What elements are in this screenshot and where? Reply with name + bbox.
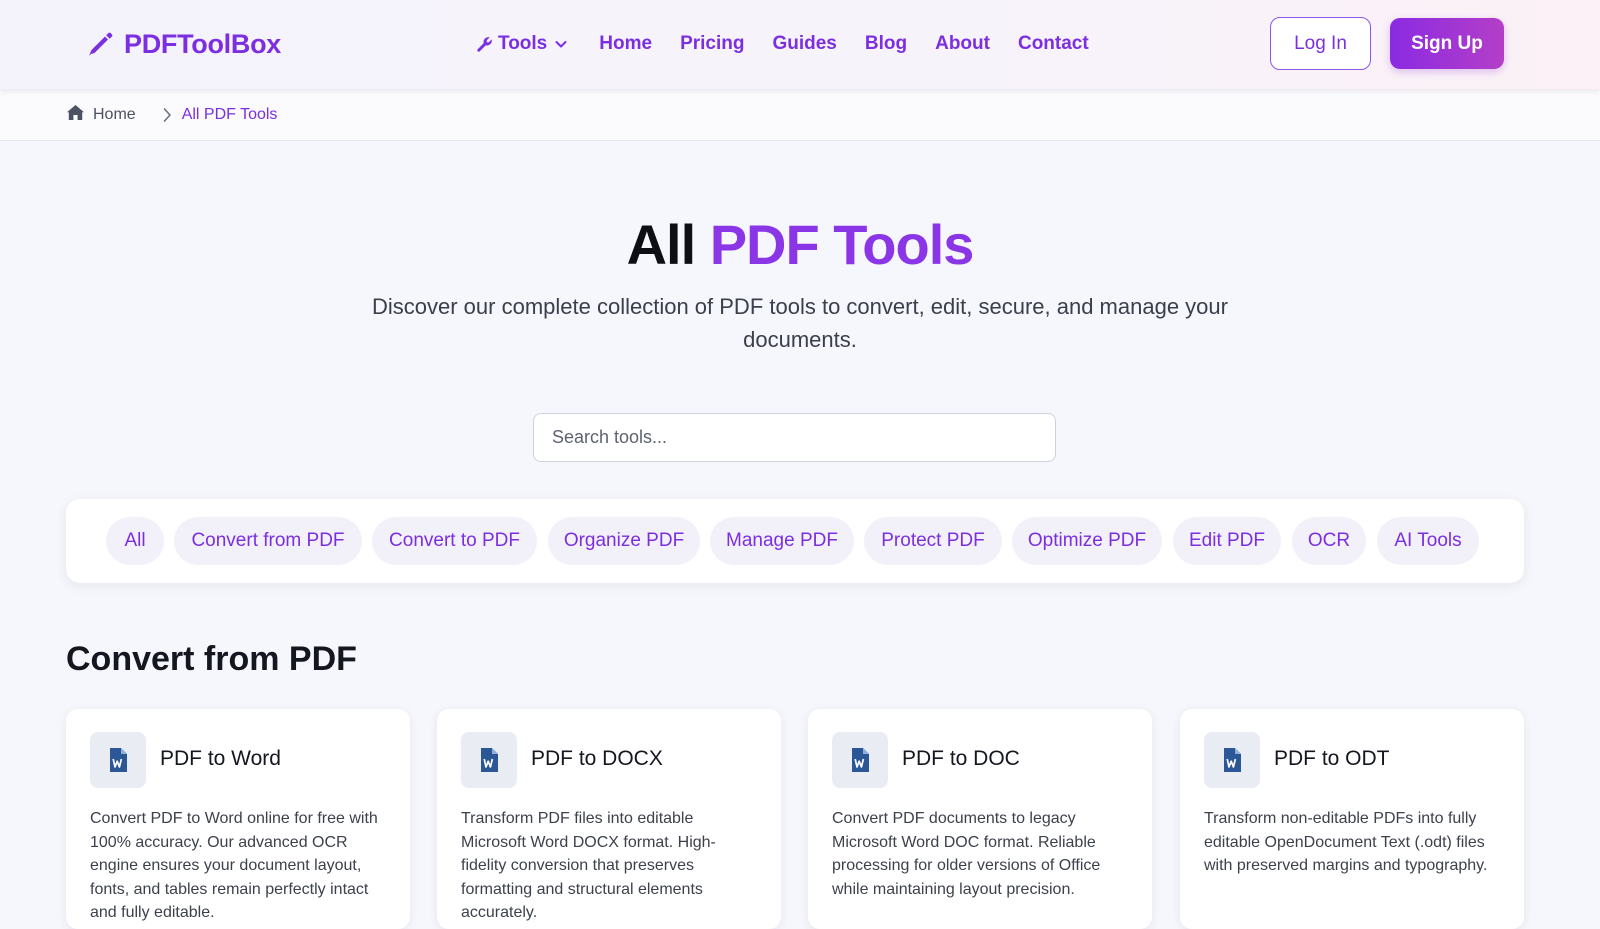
word-file-icon — [832, 732, 888, 788]
nav-guides[interactable]: Guides — [772, 33, 836, 55]
card-description: Transform PDF files into editable Micros… — [461, 810, 716, 921]
login-button[interactable]: Log In — [1270, 17, 1371, 70]
tool-card-pdf-to-docx[interactable]: PDF to DOCX Transform PDF files into edi… — [437, 709, 781, 929]
category-filter-bar: All Convert from PDF Convert to PDF Orga… — [66, 499, 1524, 583]
search-input[interactable] — [533, 413, 1056, 462]
nav-tools-label: Tools — [498, 33, 548, 54]
tool-card-pdf-to-doc[interactable]: PDF to DOC Convert PDF documents to lega… — [808, 709, 1152, 929]
filter-chip-optimize-pdf[interactable]: Optimize PDF — [1012, 517, 1162, 565]
breadcrumb-home[interactable]: Home — [66, 104, 136, 126]
main-nav: Tools Home Pricing Guides Blog About Con… — [474, 30, 1117, 58]
tool-card-pdf-to-odt[interactable]: PDF to ODT Transform non-editable PDFs i… — [1180, 709, 1524, 929]
nav-tools-dropdown[interactable]: Tools — [474, 33, 571, 55]
signup-button[interactable]: Sign Up — [1390, 18, 1504, 69]
brand-name: PDFToolBox — [124, 28, 281, 59]
brand-logo[interactable]: PDFToolBox — [84, 26, 281, 62]
nav-blog[interactable]: Blog — [865, 33, 907, 55]
section-title: Convert from PDF — [66, 640, 357, 678]
nav-home[interactable]: Home — [599, 33, 652, 55]
filter-chip-convert-to-pdf[interactable]: Convert to PDF — [372, 517, 537, 565]
card-title: PDF to DOCX — [531, 747, 663, 770]
filter-chip-manage-pdf[interactable]: Manage PDF — [710, 517, 854, 565]
home-icon — [66, 104, 85, 126]
nav-contact[interactable]: Contact — [1018, 33, 1089, 55]
filter-chip-ocr[interactable]: OCR — [1292, 517, 1366, 565]
filter-chip-all[interactable]: All — [106, 517, 164, 565]
top-header: PDFToolBox Tools Home Pricing Guides Blo… — [0, 0, 1600, 89]
filter-chip-ai-tools[interactable]: AI Tools — [1377, 517, 1479, 565]
pencil-icon — [84, 28, 116, 60]
card-description: Transform non-editable PDFs into fully e… — [1204, 810, 1488, 874]
word-file-icon — [90, 732, 146, 788]
tool-card-pdf-to-word[interactable]: PDF to Word Convert PDF to Word online f… — [66, 709, 410, 929]
filter-chip-organize-pdf[interactable]: Organize PDF — [548, 517, 700, 565]
wrench-icon — [474, 34, 494, 54]
chevron-down-icon — [551, 34, 571, 54]
breadcrumb-current: All PDF Tools — [181, 106, 278, 123]
page-title-plain: All — [626, 213, 697, 276]
card-title: PDF to DOC — [902, 747, 1020, 770]
chevron-right-icon — [162, 107, 172, 123]
card-title: PDF to Word — [160, 747, 281, 770]
filter-chip-convert-from-pdf[interactable]: Convert from PDF — [174, 517, 362, 565]
card-description: Convert PDF documents to legacy Microsof… — [832, 810, 1101, 898]
breadcrumb-bar: Home All PDF Tools — [0, 89, 1600, 141]
word-file-icon — [1204, 732, 1260, 788]
card-title: PDF to ODT — [1274, 747, 1390, 770]
page-subtitle: Discover our complete collection of PDF … — [372, 294, 1228, 352]
page-title-accent: PDF Tools — [709, 213, 975, 276]
breadcrumb-home-label: Home — [93, 106, 136, 123]
page-title: All PDF Tools — [0, 212, 1600, 277]
filter-chip-edit-pdf[interactable]: Edit PDF — [1173, 517, 1281, 565]
breadcrumb: Home All PDF Tools — [66, 104, 277, 126]
nav-about[interactable]: About — [935, 33, 990, 55]
filter-chip-protect-pdf[interactable]: Protect PDF — [864, 517, 1002, 565]
word-file-icon — [461, 732, 517, 788]
card-description: Convert PDF to Word online for free with… — [90, 810, 378, 921]
nav-pricing[interactable]: Pricing — [680, 33, 744, 55]
